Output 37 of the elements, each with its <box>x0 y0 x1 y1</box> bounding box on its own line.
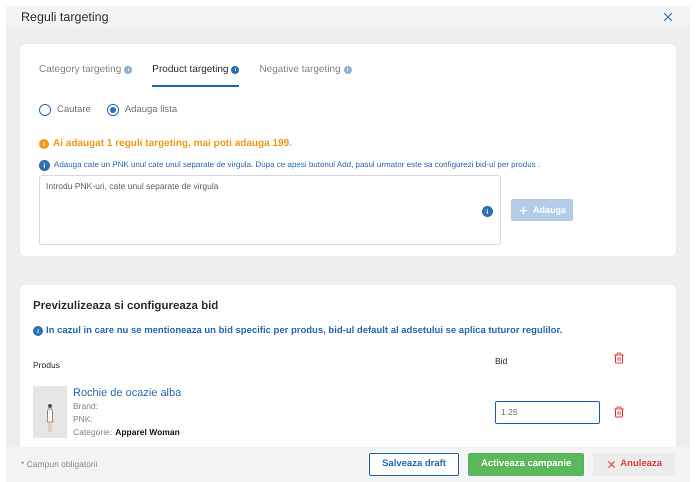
tab[interactable]: Category targeting <box>39 62 132 87</box>
tab[interactable]: Negative targeting <box>259 62 352 87</box>
default-bid-note: In cazul in care nu se mentioneaza un bid specific per produs, bid-ul default al adsetului se aplica tuturor regulilor. <box>46 324 562 338</box>
pnk-input-field[interactable]: Introdu PNK-uri, cate unul separate de virgula <box>39 175 501 246</box>
info-icon <box>124 66 132 74</box>
product-link[interactable]: Rochie de ocazie alba <box>73 386 182 400</box>
radio-button[interactable] <box>39 104 51 116</box>
radio-button[interactable] <box>106 104 119 116</box>
required-note: * Campuri obligatorii <box>21 458 99 471</box>
category-label: Categorie: <box>73 426 112 439</box>
info-icon <box>344 66 352 74</box>
plus-icon <box>518 204 529 216</box>
warning-icon <box>39 138 49 149</box>
activate-button[interactable]: Activeaza campanie <box>468 453 584 476</box>
delete-button[interactable] <box>613 406 625 418</box>
info-icon <box>39 160 50 171</box>
brand-label: Brand: <box>73 400 100 413</box>
tab[interactable]: Product targeting <box>152 62 240 87</box>
hint-text: Adauga cate un PNK unul cate unul separate de virgula. Dupa ce apesi butonul Add, pasul urmator este sa configurezi bid-ul per produs . <box>54 159 540 172</box>
preview-title: Previzulizeaza si configureaza bid <box>33 299 220 314</box>
delete-all-button[interactable] <box>613 352 625 364</box>
column-header: Bid <box>495 355 508 368</box>
modal-title: Reguli targeting <box>21 8 109 26</box>
save-draft-button[interactable]: Salveaza draft <box>369 453 459 476</box>
info-icon <box>231 66 240 74</box>
info-icon <box>482 206 493 218</box>
radio-label: Adauga lista <box>124 103 178 117</box>
info-icon <box>33 326 43 336</box>
radio-label: Cautare <box>57 103 91 117</box>
pnk-label: PNK: <box>73 412 94 426</box>
bid-input-field[interactable]: 1.25 <box>495 400 600 424</box>
close-button[interactable] <box>661 10 675 24</box>
warning-message: Ai adaugat 1 reguli targeting, mai poti adauga 199. <box>53 137 292 152</box>
category-value: Apparel Woman <box>115 426 180 439</box>
close-icon <box>606 459 618 470</box>
cancel-button[interactable]: Anuleaza <box>593 453 675 476</box>
column-header: Produs <box>33 359 61 372</box>
